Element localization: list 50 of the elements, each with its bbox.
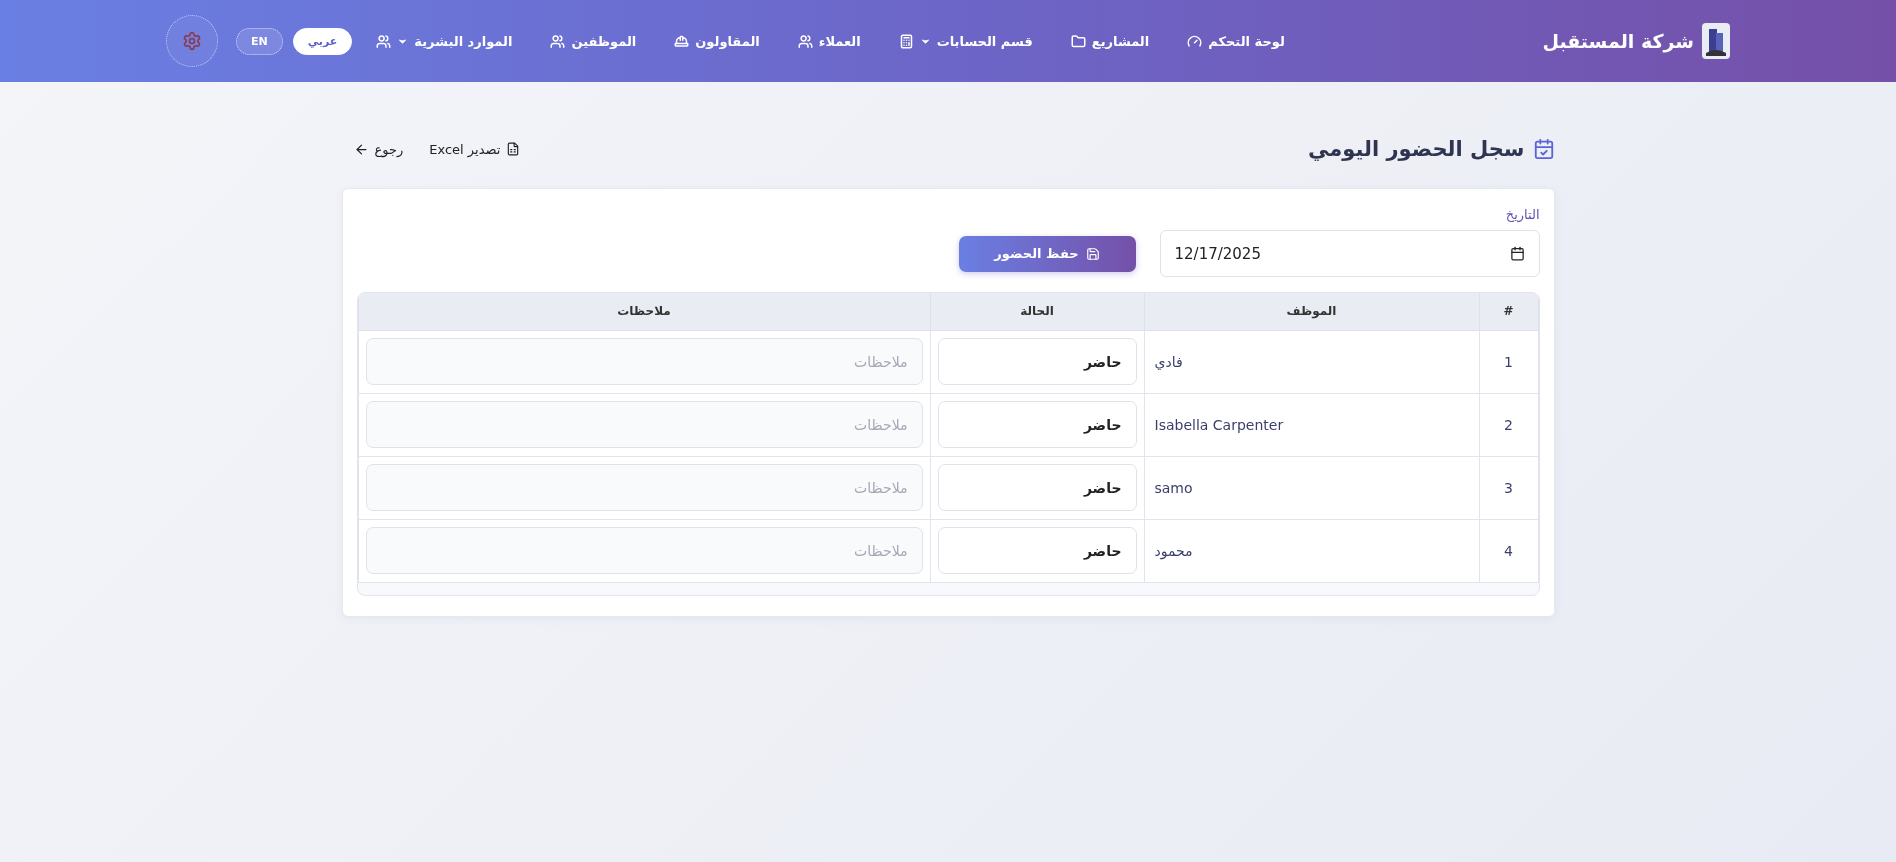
gear-icon [182,31,202,51]
notes-field[interactable]: ملاحظات [365,401,923,448]
row-number: 3 [1503,479,1514,496]
notes-field[interactable]: ملاحظات [365,464,923,511]
status-select[interactable]: حاضر [937,527,1137,574]
column-header: # [1479,293,1538,330]
language-button[interactable]: عربي [292,27,353,55]
file-icon [506,142,521,156]
nav-link[interactable]: الموظفين [536,25,651,57]
date-field[interactable]: 12/17/2025 [1159,230,1540,277]
calculator-icon [898,33,914,49]
users-icon [550,33,566,49]
brand-name: شركة المستقبل [1542,30,1694,52]
column-header: ملاحظات [358,293,930,330]
employee-name: محمود [1153,542,1194,559]
column-header: الموظف [1144,293,1479,330]
users-icon [376,33,392,49]
employee-name: Isabella Carpenter [1153,416,1285,433]
users-icon [797,33,813,49]
nav-link[interactable]: المقاولون [660,25,774,57]
employee-name: فادي [1153,353,1184,370]
building-icon [1702,23,1730,59]
avatar[interactable] [166,15,218,67]
calendar-icon [1509,246,1525,261]
status-select[interactable]: حاضر [937,338,1137,385]
nav-link[interactable]: لوحة التحكم [1173,25,1299,57]
date-label: التاريخ [1504,207,1540,222]
save-icon [1085,246,1100,261]
language-button[interactable]: EN [236,27,283,55]
notes-field[interactable]: ملاحظات [365,338,923,385]
export-link[interactable]: تصدير Excel [429,141,521,157]
nav-link[interactable]: العملاء [783,25,875,57]
notes-field[interactable]: ملاحظات [365,527,923,574]
status-select[interactable]: حاضر [937,401,1137,448]
column-header: الحالة [930,293,1144,330]
hard-hat-icon [674,33,690,49]
status-select[interactable]: حاضر [937,464,1137,511]
calendar-check-icon [1532,138,1555,160]
nav-link[interactable]: قسم الحسابات [884,25,1047,57]
nav-link[interactable]: الموارد البشرية [362,25,527,57]
row-number: 4 [1503,542,1514,559]
folder-icon [1070,33,1086,49]
row-number: 2 [1503,416,1514,433]
back-link[interactable]: رجوع [353,141,404,157]
page-title: سجل الحضور اليومي [1308,137,1525,161]
row-number: 1 [1503,353,1514,370]
nav-link[interactable]: المشاريع [1056,25,1164,57]
employee-name: samo [1153,479,1194,496]
save-button[interactable]: حفظ الحضور [958,235,1136,272]
gauge-icon [1187,33,1203,49]
